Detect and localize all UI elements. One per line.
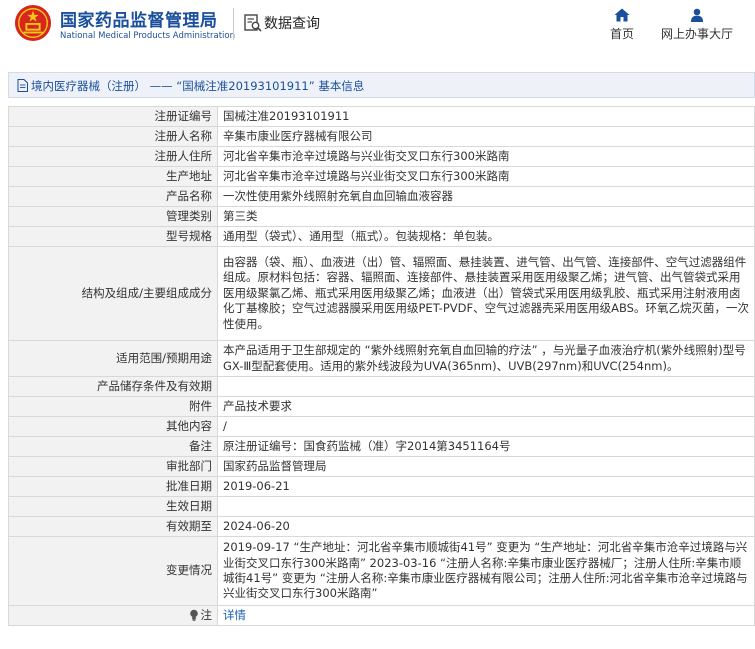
table-row: 备注 原注册证编号：国食药监械（准）字2014第3451164号 xyxy=(8,436,755,457)
home-icon xyxy=(614,8,630,22)
table-row: 型号规格 通用型（袋式）、通用型（瓶式）。包装规格：单包装。 xyxy=(8,226,755,247)
field-value: 国械注准20193101911 xyxy=(217,106,755,127)
field-label: 型号规格 xyxy=(8,226,218,247)
table-row: 附件 产品技术要求 xyxy=(8,396,755,417)
field-label: 备注 xyxy=(8,436,218,457)
field-label: 有效期至 xyxy=(8,516,218,537)
field-value: 本产品适用于卫生部规定的 “紫外线照射充氧自血回输的疗法” ，与光量子血液治疗机… xyxy=(217,340,755,377)
nav-hall-label: 网上办事大厅 xyxy=(660,27,733,41)
field-label: 注册人住所 xyxy=(8,146,218,167)
registration-info-table: 注册证编号 国械注准20193101911 注册人名称 辛集市康业医疗器械有限公… xyxy=(8,106,755,626)
table-row: 产品储存条件及有效期 xyxy=(8,376,755,397)
field-value: 2024-06-20 xyxy=(217,516,755,537)
field-value xyxy=(217,376,755,397)
table-row: 注册人名称 辛集市康业医疗器械有限公司 xyxy=(8,126,755,147)
site-header: 国家药品监督管理局 National Medical Products Admi… xyxy=(0,0,755,58)
nav-online-hall[interactable]: 网上办事大厅 xyxy=(656,8,738,42)
field-value: 2019-06-21 xyxy=(217,476,755,497)
brand-name-en: National Medical Products Administration xyxy=(60,31,235,41)
field-label: 生效日期 xyxy=(8,496,218,517)
field-value: 通用型（袋式）、通用型（瓶式）。包装规格：单包装。 xyxy=(217,226,755,247)
table-row: 变更情况 2019-09-17 “生产地址：河北省辛集市顺城街41号” 变更为 … xyxy=(8,536,755,606)
field-label: 结构及组成/主要组成成分 xyxy=(8,246,218,341)
table-row: 注册人住所 河北省辛集市沧辛过境路与兴业街交叉口东行300米路南 xyxy=(8,146,755,167)
field-value xyxy=(217,496,755,517)
field-value: 河北省辛集市沧辛过境路与兴业街交叉口东行300米路南 xyxy=(217,146,755,167)
document-icon xyxy=(17,79,28,92)
field-label: 注册人名称 xyxy=(8,126,218,147)
table-row: 适用范围/预期用途 本产品适用于卫生部规定的 “紫外线照射充氧自血回输的疗法” … xyxy=(8,340,755,377)
field-value: 由容器（袋、瓶）、血液进（出）管、辐照面、悬挂装置、进气管、出气管、连接部件、空… xyxy=(217,246,755,341)
table-row: 生产地址 河北省辛集市沧辛过境路与兴业街交叉口东行300米路南 xyxy=(8,166,755,187)
field-label: 管理类别 xyxy=(8,206,218,227)
field-value: 河北省辛集市沧辛过境路与兴业街交叉口东行300米路南 xyxy=(217,166,755,187)
field-value: 国家药品监督管理局 xyxy=(217,456,755,477)
nav-home-label: 首页 xyxy=(609,27,634,41)
field-value: 第三类 xyxy=(217,206,755,227)
details-link[interactable]: 详情 xyxy=(223,608,246,622)
field-label: 注册证编号 xyxy=(8,106,218,127)
field-value: 2019-09-17 “生产地址：河北省辛集市顺城街41号” 变更为 “生产地址… xyxy=(217,536,755,606)
record-title-bar: 境内医疗器械（注册） —— “国械注准20193101911” 基本信息 xyxy=(8,72,755,98)
table-row: 注 详情 xyxy=(8,605,755,626)
field-label-note: 注 xyxy=(8,605,218,626)
data-query-link[interactable]: 数据查询 xyxy=(264,13,320,33)
table-row: 结构及组成/主要组成成分 由容器（袋、瓶）、血液进（出）管、辐照面、悬挂装置、进… xyxy=(8,246,755,341)
data-query-icon[interactable] xyxy=(244,14,262,32)
table-row: 审批部门 国家药品监督管理局 xyxy=(8,456,755,477)
table-row: 管理类别 第三类 xyxy=(8,206,755,227)
national-emblem-icon xyxy=(14,4,52,42)
lightbulb-icon xyxy=(189,609,198,621)
user-icon xyxy=(691,8,703,22)
field-value: 原注册证编号：国食药监械（准）字2014第3451164号 xyxy=(217,436,755,457)
field-label: 审批部门 xyxy=(8,456,218,477)
field-value: / xyxy=(217,416,755,437)
field-value-details: 详情 xyxy=(217,605,755,626)
field-label: 产品储存条件及有效期 xyxy=(8,376,218,397)
brand-name-cn: 国家药品监督管理局 xyxy=(60,11,218,31)
field-value: 一次性使用紫外线照射充氧自血回输血液容器 xyxy=(217,186,755,207)
nav-home[interactable]: 首页 xyxy=(604,8,640,42)
table-row: 生效日期 xyxy=(8,496,755,517)
header-divider xyxy=(233,8,234,40)
table-row: 产品名称 一次性使用紫外线照射充氧自血回输血液容器 xyxy=(8,186,755,207)
field-label: 产品名称 xyxy=(8,186,218,207)
note-label: 注 xyxy=(200,607,213,622)
field-value: 产品技术要求 xyxy=(217,396,755,417)
field-label: 适用范围/预期用途 xyxy=(8,340,218,377)
table-row: 注册证编号 国械注准20193101911 xyxy=(8,106,755,127)
field-label: 附件 xyxy=(8,396,218,417)
field-label: 生产地址 xyxy=(8,166,218,187)
field-label: 批准日期 xyxy=(8,476,218,497)
table-row: 其他内容 / xyxy=(8,416,755,437)
field-label: 其他内容 xyxy=(8,416,218,437)
field-label: 变更情况 xyxy=(8,536,218,606)
record-title: 境内医疗器械（注册） —— “国械注准20193101911” 基本信息 xyxy=(31,79,365,93)
table-row: 有效期至 2024-06-20 xyxy=(8,516,755,537)
field-value: 辛集市康业医疗器械有限公司 xyxy=(217,126,755,147)
table-row: 批准日期 2019-06-21 xyxy=(8,476,755,497)
